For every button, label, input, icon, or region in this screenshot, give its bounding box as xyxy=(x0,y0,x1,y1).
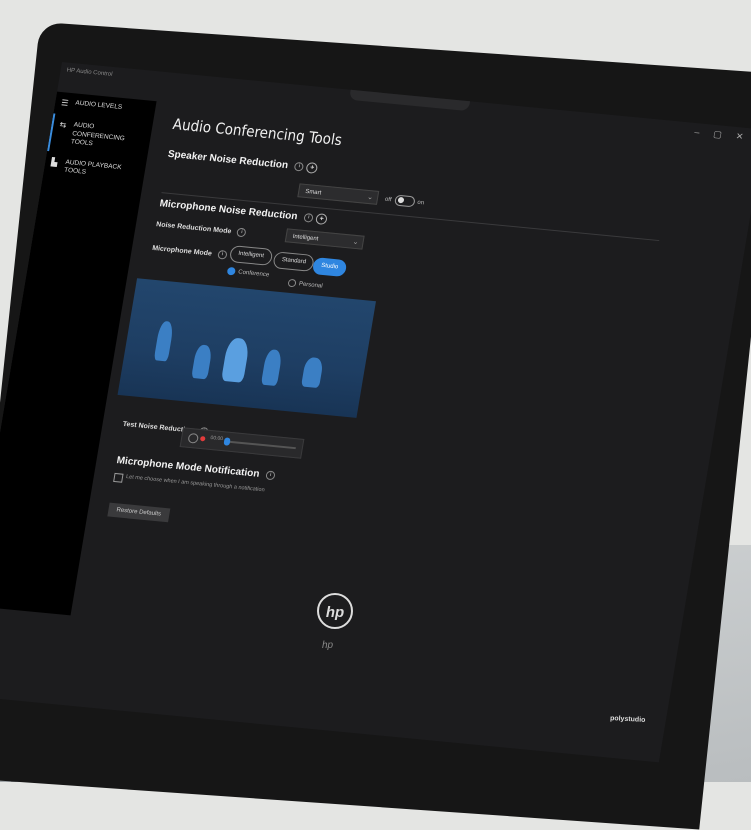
section-heading: Microphone Noise Reduction xyxy=(158,198,299,223)
illustration-figure xyxy=(153,320,175,362)
microphone-mode-illustration xyxy=(117,278,376,418)
app-name: HP Audio Control xyxy=(66,67,113,78)
toggle-off-label: off xyxy=(384,196,392,204)
microphone-mode-label: Microphone Mode i xyxy=(152,244,228,260)
illustration-figure xyxy=(221,337,251,383)
sliders-icon: ☰ xyxy=(60,98,70,108)
info-icon[interactable]: i xyxy=(265,470,276,481)
info-icon[interactable]: i xyxy=(303,212,314,223)
mode-standard-button[interactable]: Standard xyxy=(272,251,316,272)
radio-label: Conference xyxy=(237,269,270,279)
add-icon[interactable]: + xyxy=(305,162,319,174)
speaker-toggle[interactable]: off on xyxy=(384,194,425,209)
window-controls: –▢✕ xyxy=(694,127,751,144)
play-button[interactable] xyxy=(187,432,200,444)
playback-icon: ▙ xyxy=(50,157,59,167)
microphone-noise-reduction-heading: Microphone Noise Reduction i + xyxy=(158,198,328,226)
app-window: HP Audio Control –▢✕ ☰ AUDIO LEVELS ⇆ AU… xyxy=(0,62,751,763)
section-heading: Speaker Noise Reduction xyxy=(167,148,289,172)
chevron-down-icon: ⌄ xyxy=(366,193,374,202)
label-text: Microphone Mode xyxy=(151,244,213,258)
noise-reduction-mode-select[interactable]: Intelligent ⌄ xyxy=(284,228,365,250)
close-button[interactable]: ✕ xyxy=(735,131,751,143)
info-icon[interactable]: i xyxy=(294,161,305,172)
illustration-figure xyxy=(260,348,283,387)
test-recorder: 00:00 xyxy=(179,427,305,459)
mode-intelligent-button[interactable]: Intelligent xyxy=(228,245,274,266)
speaker-noise-reduction-heading: Speaker Noise Reduction i + xyxy=(167,149,319,174)
radio-personal[interactable]: Personal xyxy=(287,278,323,290)
noise-reduction-mode-label: Noise Reduction Mode i xyxy=(155,220,247,238)
radio-dot xyxy=(226,266,236,276)
sidebar-item-label: AUDIO LEVELS xyxy=(74,99,123,111)
hp-logo: hp xyxy=(317,593,353,629)
record-button[interactable] xyxy=(199,436,206,442)
select-value: Smart xyxy=(304,188,322,197)
illustration-figure xyxy=(301,356,324,389)
speaker-mode-select[interactable]: Smart ⌄ xyxy=(297,183,380,205)
laptop: HP Audio Control –▢✕ ☰ AUDIO LEVELS ⇆ AU… xyxy=(0,0,751,830)
restore-defaults-button[interactable]: Restore Defaults xyxy=(107,502,171,523)
maximize-button[interactable]: ▢ xyxy=(713,129,737,141)
info-icon[interactable]: i xyxy=(236,227,247,238)
progress-track[interactable] xyxy=(225,440,296,450)
radio-label: Personal xyxy=(298,281,323,290)
sidebar-item-label: AUDIO CONFERENCING TOOLS xyxy=(70,121,126,148)
radio-dot xyxy=(287,278,297,288)
radio-conference[interactable]: Conference xyxy=(226,266,270,279)
toggle-switch[interactable] xyxy=(393,194,416,208)
timer: 00:00 xyxy=(209,434,224,443)
info-icon[interactable]: i xyxy=(217,249,228,260)
mode-studio-button[interactable]: Studio xyxy=(311,257,348,278)
hp-hinge-logo: hp xyxy=(322,640,334,651)
select-value: Intelligent xyxy=(292,233,319,243)
sidebar-item-label: AUDIO PLAYBACK TOOLS xyxy=(63,158,123,176)
page-title: Audio Conferencing Tools xyxy=(171,115,344,150)
main-content: Audio Conferencing Tools Speaker Noise R… xyxy=(74,102,751,712)
label-text: Noise Reduction Mode xyxy=(155,221,232,236)
minimize-button[interactable]: – xyxy=(694,127,715,139)
progress-knob[interactable] xyxy=(223,437,231,446)
conference-icon: ⇆ xyxy=(58,120,67,131)
notification-checkbox[interactable] xyxy=(113,472,124,483)
illustration-figure xyxy=(191,344,213,380)
chevron-down-icon: ⌄ xyxy=(352,238,360,247)
toggle-on-label: on xyxy=(416,199,425,207)
add-icon[interactable]: + xyxy=(315,213,328,226)
